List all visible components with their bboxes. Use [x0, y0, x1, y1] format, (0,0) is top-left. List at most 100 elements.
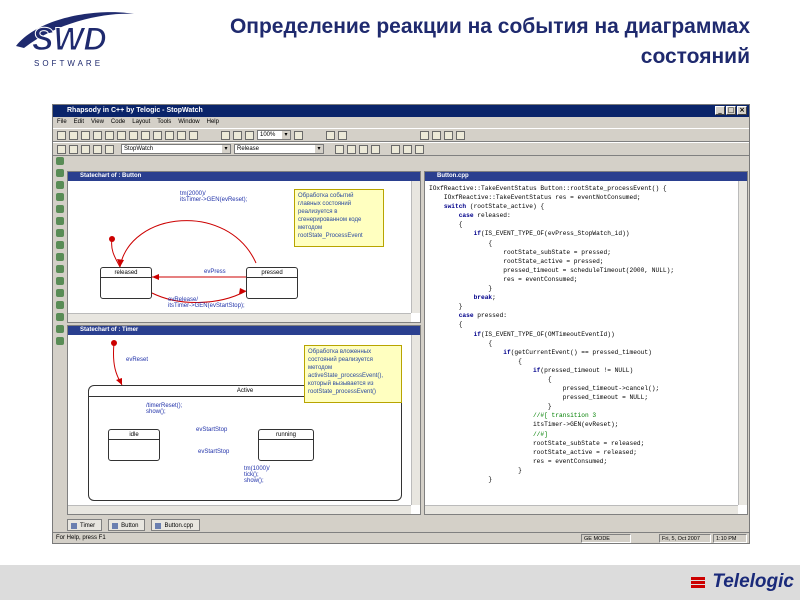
menu-file[interactable]: File	[57, 117, 67, 128]
open-icon[interactable]	[69, 130, 78, 140]
cut-icon[interactable]	[93, 130, 102, 140]
save-icon[interactable]	[81, 130, 90, 140]
junction-tool-icon[interactable]	[56, 229, 64, 237]
line-tool-icon[interactable]	[420, 130, 429, 140]
state-idle[interactable]: idle	[108, 429, 160, 461]
note-tool-icon[interactable]	[56, 325, 64, 333]
browser-icon[interactable]	[177, 130, 186, 140]
vertical-scrollbar[interactable]	[411, 181, 420, 313]
transition-evpress-label[interactable]: evPress	[204, 269, 226, 275]
horizontal-scrollbar[interactable]	[68, 313, 411, 322]
termination-tool-icon[interactable]	[56, 253, 64, 261]
transition-stop-label[interactable]: evStartStop	[198, 449, 229, 455]
menu-window[interactable]: Window	[178, 117, 199, 128]
pane-timer-statechart[interactable]: Statechart of : Timer Active idle runnin…	[67, 325, 421, 515]
select-tool-icon[interactable]	[56, 157, 64, 165]
state-pressed[interactable]: pressed	[246, 267, 298, 299]
transition-start-label[interactable]: evStartStop	[196, 427, 227, 433]
menu-layout[interactable]: Layout	[132, 117, 150, 128]
forward-icon[interactable]	[415, 144, 424, 154]
transition-tm-label[interactable]: tm(1000)/ tick(); show();	[244, 466, 270, 484]
menu-tools[interactable]: Tools	[157, 117, 171, 128]
condition-tool-icon[interactable]	[56, 217, 64, 225]
copy-icon[interactable]	[105, 130, 114, 140]
find-icon[interactable]	[165, 130, 174, 140]
grid-icon[interactable]	[326, 130, 335, 140]
label-line: show();	[244, 478, 264, 484]
and-line-tool-icon[interactable]	[56, 205, 64, 213]
transition-init-label[interactable]: /timerReset(); show();	[146, 403, 182, 415]
generate-icon[interactable]	[69, 144, 78, 154]
state-released[interactable]: released	[100, 267, 152, 299]
stamp-tool-icon[interactable]	[56, 337, 64, 345]
ellipse-tool-icon[interactable]	[444, 130, 453, 140]
italic-icon[interactable]	[347, 144, 356, 154]
make-icon[interactable]	[57, 144, 66, 154]
state-running[interactable]: running	[258, 429, 314, 461]
tab-button-cpp[interactable]: Button.cpp	[151, 519, 201, 531]
run-icon[interactable]	[93, 144, 102, 154]
button-diagram[interactable]: released pressed tm(2000)/ itsTimer->GEN…	[68, 181, 411, 313]
code-line: rootState_active = released;	[429, 448, 637, 456]
send-action-tool-icon[interactable]	[56, 301, 64, 309]
diagram-connector-tool-icon[interactable]	[56, 241, 64, 249]
menu-view[interactable]: View	[91, 117, 104, 128]
pan-icon[interactable]	[245, 130, 254, 140]
rect-tool-icon[interactable]	[432, 130, 441, 140]
label-line: itsTimer->GEN(evStartStop);	[168, 303, 245, 309]
pane-code-editor[interactable]: Button.cpp IOxfReactive::TakeEventStatus…	[424, 171, 748, 515]
config-combo[interactable]: Release	[234, 144, 324, 154]
stop-icon[interactable]	[81, 144, 90, 154]
vertical-scrollbar[interactable]	[411, 335, 420, 505]
undo-icon[interactable]	[141, 130, 150, 140]
document-tabs: Timer Button Button.cpp	[67, 519, 201, 531]
transition-timeout-label[interactable]: tm(2000)/ itsTimer->GEN(evReset);	[180, 191, 290, 203]
transition-evrelease-label[interactable]: evRelease/ itsTimer->GEN(evStartStop);	[168, 297, 288, 309]
join-tool-icon[interactable]	[56, 289, 64, 297]
maximize-button[interactable]: □	[726, 106, 736, 115]
print-icon[interactable]	[129, 130, 138, 140]
menu-edit[interactable]: Edit	[74, 117, 84, 128]
delete-icon[interactable]	[189, 130, 198, 140]
text-tool-icon[interactable]	[456, 130, 465, 140]
note-line: rootState_processEvent()	[308, 389, 377, 395]
default-transition-tool-icon[interactable]	[56, 193, 64, 201]
zoom-combo[interactable]: 100%	[257, 130, 291, 140]
align-icon[interactable]	[338, 130, 347, 140]
tab-timer[interactable]: Timer	[67, 519, 103, 531]
bold-icon[interactable]	[335, 144, 344, 154]
fork-tool-icon[interactable]	[56, 277, 64, 285]
back-icon[interactable]	[403, 144, 412, 154]
minimize-button[interactable]: _	[715, 106, 725, 115]
tab-button[interactable]: Button	[108, 519, 146, 531]
color-icon[interactable]	[371, 144, 380, 154]
redo-icon[interactable]	[153, 130, 162, 140]
code-text[interactable]: IOxfReactive::TakeEventStatus Button::ro…	[425, 181, 738, 487]
transition-evreset-label[interactable]: evReset	[126, 357, 148, 363]
window-icon[interactable]	[391, 144, 400, 154]
horizontal-scrollbar[interactable]	[68, 505, 411, 514]
vertical-scrollbar[interactable]	[738, 181, 747, 505]
note-button-processing[interactable]: Обработка событий главных состояний реал…	[294, 189, 384, 247]
new-icon[interactable]	[57, 130, 66, 140]
menu-code[interactable]: Code	[111, 117, 125, 128]
timer-diagram[interactable]: Active idle running evReset /timerReset(…	[68, 335, 411, 505]
close-button[interactable]: ×	[737, 106, 747, 115]
menu-help[interactable]: Help	[207, 117, 219, 128]
pane-button-statechart[interactable]: Statechart of : Button released pressed	[67, 171, 421, 323]
dependency-tool-icon[interactable]	[56, 313, 64, 321]
code-line: pressed_timeout->cancel();	[429, 385, 660, 393]
code-area[interactable]: IOxfReactive::TakeEventStatus Button::ro…	[425, 181, 738, 505]
history-tool-icon[interactable]	[56, 265, 64, 273]
animate-icon[interactable]	[105, 144, 114, 154]
project-combo[interactable]: StopWatch	[121, 144, 231, 154]
paste-icon[interactable]	[117, 130, 126, 140]
state-tool-icon[interactable]	[56, 169, 64, 177]
zoom-in-icon[interactable]	[221, 130, 230, 140]
transition-tool-icon[interactable]	[56, 181, 64, 189]
fit-icon[interactable]	[294, 130, 303, 140]
horizontal-scrollbar[interactable]	[425, 505, 738, 514]
font-icon[interactable]	[359, 144, 368, 154]
note-timer-processing[interactable]: Обработка вложенных состояний реализуетс…	[304, 345, 402, 403]
zoom-out-icon[interactable]	[233, 130, 242, 140]
